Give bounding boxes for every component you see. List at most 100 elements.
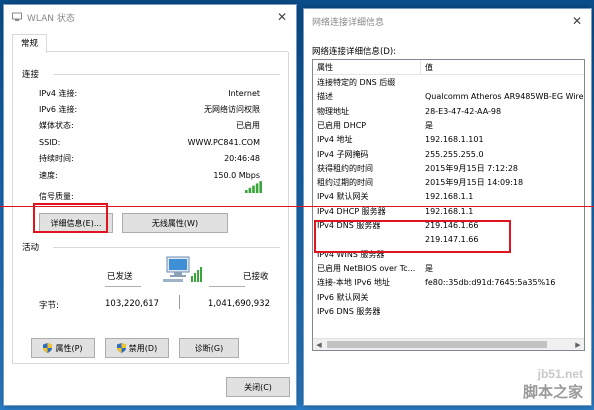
- property-cell: 已启用 DHCP: [317, 120, 367, 130]
- ipv4-connectivity-row: IPv4 连接: Internet: [39, 88, 260, 98]
- admin-shield-icon: [43, 343, 53, 353]
- value-cell: 28-E3-47-42-AA-98: [425, 106, 502, 116]
- property-cell: IPv4 地址: [317, 135, 353, 145]
- tab-strip: 常规: [12, 34, 288, 53]
- admin-shield-icon: [116, 343, 126, 353]
- property-cell: 描述: [317, 92, 333, 102]
- value-cell: fe80::35db:d91d:7645:5a35%16: [425, 278, 556, 288]
- sent-rule: [105, 286, 141, 287]
- network-details-window: 网络连接详细信息 ✕ 网络连接详细信息(D): 属性 值 连接特定的 DNS 后…: [303, 8, 592, 406]
- property-cell: IPv4 WINS 服务器: [317, 249, 385, 259]
- column-header-value[interactable]: 值: [421, 60, 433, 75]
- title-bar: WLAN 状态 ✕: [4, 5, 296, 29]
- property-cell: IPv6 默认网关: [317, 292, 369, 302]
- bytes-label: 字节:: [39, 301, 59, 311]
- ssid-row: SSID: WWW.PC841.COM: [39, 137, 260, 147]
- diagnose-button[interactable]: 诊断(G): [179, 338, 239, 358]
- activity-group-title: 活动: [22, 243, 40, 253]
- list-item[interactable]: IPv4 DNS 服务器 219.146.1.66: [313, 219, 478, 233]
- signal-strength-icon: [245, 181, 262, 193]
- wlan-status-window: WLAN 状态 ✕ 常规 连接 IPv4 连接: Internet IPv6 连…: [3, 4, 297, 406]
- value-cell: 是: [425, 120, 433, 130]
- value-cell: 2015年9月15日 7:12:28: [425, 163, 519, 173]
- property-cell: 租约过期的时间: [317, 178, 373, 188]
- property-cell: IPv6 DNS 服务器: [317, 306, 381, 316]
- list-item[interactable]: 获得租约的时间 2015年9月15日 7:12:28: [313, 162, 518, 176]
- value-cell: [421, 305, 425, 319]
- list-item[interactable]: IPv4 WINS 服务器: [313, 248, 425, 262]
- value-cell: [421, 291, 425, 305]
- group-divider: [53, 247, 280, 248]
- list-item[interactable]: 租约过期的时间 2015年9月15日 14:09:18: [313, 176, 523, 190]
- details-list-label: 网络连接详细信息(D):: [312, 47, 397, 57]
- list-item[interactable]: 描述 Qualcomm Atheros AR9485WB-EG Wire: [313, 90, 584, 104]
- value-cell: [421, 248, 425, 262]
- watermark-brand: 脚本之家: [522, 383, 583, 401]
- properties-button[interactable]: 属性(P): [31, 338, 95, 358]
- property-cell: IPv4 默认网关: [317, 192, 369, 202]
- activity-divider: [179, 295, 180, 309]
- tab-general[interactable]: 常规: [12, 34, 48, 53]
- signal-bar: [248, 187, 252, 193]
- network-activity-icon: [163, 256, 202, 282]
- scroll-thumb[interactable]: [327, 341, 547, 348]
- ipv6-connectivity-row: IPv6 连接: 无网络访问权限: [39, 104, 260, 114]
- property-cell: [313, 233, 421, 247]
- value-cell: [421, 76, 425, 90]
- property-cell: 连接-本地 IPv6 地址: [317, 278, 390, 288]
- wireless-properties-button[interactable]: 无线属性(W): [122, 213, 228, 233]
- group-divider: [53, 74, 280, 75]
- close-icon[interactable]: ✕: [268, 5, 296, 29]
- list-item[interactable]: 连接特定的 DNS 后缀: [313, 76, 425, 90]
- list-item[interactable]: IPv4 地址 192.168.1.101: [313, 133, 484, 147]
- annotation-line: [0, 206, 594, 207]
- property-cell: 物理地址: [317, 106, 349, 116]
- property-cell: 已启用 NetBIOS over Tc...: [317, 263, 416, 273]
- value-cell: 219.146.1.66: [425, 221, 479, 230]
- scroll-left-icon[interactable]: ◀: [313, 339, 325, 350]
- list-item[interactable]: IPv4 子网掩码 255.255.255.0: [313, 148, 484, 162]
- bytes-received-value: 1,041,690,932: [207, 299, 270, 309]
- window-title: 网络连接详细信息: [312, 17, 385, 28]
- list-item[interactable]: IPv6 DNS 服务器: [313, 305, 425, 319]
- list-header: 属性 值: [313, 60, 584, 75]
- received-label: 已接收: [243, 272, 269, 282]
- list-item[interactable]: 219.147.1.66: [313, 233, 478, 247]
- property-cell: IPv4 DNS 服务器: [317, 221, 381, 230]
- details-button[interactable]: 详细信息(E)...: [39, 213, 113, 233]
- speed-row: 速度: 150.0 Mbps: [39, 170, 260, 180]
- list-item[interactable]: 连接-本地 IPv6 地址 fe80::35db:d91d:7645:5a35%1…: [313, 276, 555, 290]
- connection-group-title: 连接: [22, 70, 40, 80]
- watermark: jb51.net 脚本之家: [523, 367, 583, 402]
- signal-bar: [255, 183, 259, 193]
- close-icon[interactable]: ✕: [563, 9, 591, 33]
- received-rule: [209, 286, 245, 287]
- column-header-property[interactable]: 属性: [313, 60, 421, 75]
- signal-quality-row: 信号质量:: [39, 191, 74, 201]
- value-cell: 192.168.1.101: [425, 135, 484, 145]
- property-cell: IPv4 子网掩码: [317, 149, 369, 159]
- list-item[interactable]: IPv4 默认网关 192.168.1.1: [313, 190, 473, 204]
- network-adapter-icon: [12, 12, 22, 21]
- horizontal-scrollbar[interactable]: ◀ ▶: [313, 338, 584, 350]
- list-item[interactable]: 物理地址 28-E3-47-42-AA-98: [313, 105, 501, 119]
- list-item[interactable]: IPv6 默认网关: [313, 291, 425, 305]
- media-state-row: 媒体状态: 已启用: [39, 120, 260, 130]
- property-cell: 连接特定的 DNS 后缀: [317, 78, 396, 87]
- property-cell: 获得租约的时间: [317, 163, 373, 173]
- window-title: WLAN 状态: [27, 13, 75, 24]
- value-cell: 219.147.1.66: [425, 235, 479, 245]
- close-button[interactable]: 关闭(C): [226, 377, 290, 397]
- list-item[interactable]: 已启用 NetBIOS over Tc... 是: [313, 262, 433, 276]
- signal-bar: [245, 190, 248, 193]
- title-bar: 网络连接详细信息 ✕: [304, 9, 591, 33]
- list-item[interactable]: 已启用 DHCP 是: [313, 119, 433, 133]
- bytes-sent-value: 103,220,617: [105, 299, 160, 309]
- scroll-right-icon[interactable]: ▶: [572, 339, 584, 350]
- value-cell: 是: [425, 263, 433, 273]
- disable-button[interactable]: 禁用(D): [105, 338, 169, 358]
- value-cell: 2015年9月15日 14:09:18: [425, 178, 524, 188]
- value-cell: Qualcomm Atheros AR9485WB-EG Wire: [425, 92, 584, 102]
- general-panel: 连接 IPv4 连接: Internet IPv6 连接: 无网络访问权限 媒体…: [12, 52, 289, 364]
- details-list[interactable]: 属性 值 连接特定的 DNS 后缀 描述 Qualcomm Atheros AR94…: [312, 59, 585, 351]
